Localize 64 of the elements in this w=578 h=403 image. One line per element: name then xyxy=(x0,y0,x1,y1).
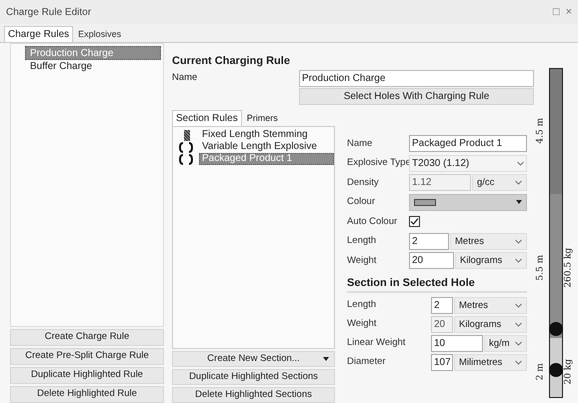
name-field[interactable]: Production Charge xyxy=(299,70,534,86)
tab[interactable]: Section Rules xyxy=(172,110,242,126)
tab[interactable]: Charge Rules xyxy=(4,26,74,42)
text-field[interactable]: Packaged Product 1 xyxy=(409,135,527,152)
unit-dropdown[interactable]: Metres xyxy=(450,232,527,250)
field-label: Length xyxy=(347,234,378,248)
unit-dropdown[interactable]: Milimetres xyxy=(454,354,527,370)
unit-dropdown[interactable]: Kilograms xyxy=(455,252,527,270)
unit-text: Metres xyxy=(459,298,488,312)
brackets-icon xyxy=(179,142,195,152)
dropdown-caret-icon xyxy=(323,357,329,361)
weight-label: 260.5 kg xyxy=(562,246,574,290)
unit-text: kg/m xyxy=(489,336,510,350)
field-label: Colour xyxy=(347,195,376,210)
weight-label: 20 kg xyxy=(562,358,574,386)
length-label: 5.5 m xyxy=(534,254,546,283)
rule-button[interactable]: Create Charge Rule xyxy=(10,329,164,346)
rule-button[interactable]: Create Pre-Split Charge Rule xyxy=(10,348,164,365)
rule-button[interactable]: Delete Highlighted Rule xyxy=(10,386,164,403)
section-item[interactable]: Fixed Length Stemming xyxy=(199,129,308,141)
unit-text: Kilograms xyxy=(459,318,502,332)
value-field[interactable]: 20 xyxy=(409,252,454,270)
value-field[interactable]: 107 xyxy=(431,354,453,370)
close-button[interactable]: × xyxy=(566,4,572,20)
field-label: Name xyxy=(172,70,198,85)
window-title: Charge Rule Editor xyxy=(6,6,92,20)
unit-text: g/cc xyxy=(477,176,494,190)
unit-text: Metres xyxy=(455,234,484,249)
section-button[interactable]: Delete Highlighted Sections xyxy=(172,387,335,403)
section-button[interactable]: Create New Section... xyxy=(172,351,335,367)
type-text: T2030 (1.12) xyxy=(412,156,470,171)
unit-dropdown[interactable]: kg/m xyxy=(484,334,527,352)
rule-item[interactable]: Buffer Charge xyxy=(25,60,161,74)
length-label: 2 m xyxy=(534,362,546,382)
section-heading: Section in Selected Hole xyxy=(347,272,527,292)
unit-text: Milimetres xyxy=(459,356,502,370)
value-field[interactable]: 10 xyxy=(431,334,483,352)
value-field[interactable]: 2 xyxy=(409,232,449,250)
section-button[interactable]: Duplicate Highlighted Sections xyxy=(172,369,335,385)
unit-text: Kilograms xyxy=(460,254,502,268)
stemming-icon xyxy=(184,130,190,140)
tab[interactable]: Explosives xyxy=(75,28,124,42)
field-label: Name xyxy=(347,136,374,151)
field-label: Length xyxy=(347,298,378,312)
unit-dropdown[interactable]: Metres xyxy=(454,296,527,314)
field-label: Weight xyxy=(347,254,378,268)
field-label: Weight xyxy=(347,316,378,331)
colour-dropdown[interactable] xyxy=(409,194,527,211)
section-item[interactable]: Variable Length Explosive xyxy=(199,141,317,153)
length-label: 4.5 m xyxy=(534,116,546,146)
rule-button[interactable]: Duplicate Highlighted Rule xyxy=(10,367,164,384)
field-label: Density xyxy=(347,176,380,190)
value-field[interactable]: 2 xyxy=(431,296,453,314)
dropdown-caret-icon[interactable] xyxy=(516,200,522,204)
tab[interactable]: Primers xyxy=(244,112,281,126)
section-heading: Current Charging Rule xyxy=(172,54,291,67)
checkbox[interactable] xyxy=(409,216,420,228)
field-label: Auto Colour xyxy=(347,214,398,229)
field-label: Diameter xyxy=(347,354,387,369)
brackets-icon xyxy=(179,154,195,164)
field-label: Linear Weight xyxy=(347,336,406,350)
maximize-button[interactable]: □ xyxy=(552,4,560,20)
type-dropdown[interactable]: T2030 (1.12) xyxy=(409,154,527,172)
select-holes-button[interactable]: Select Holes With Charging Rule xyxy=(299,88,534,105)
